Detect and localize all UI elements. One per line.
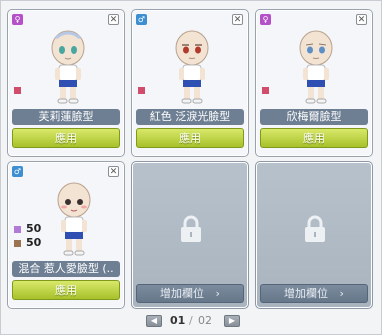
face-coupon-panel: ♀ ✕ 芙莉蓮臉型 應用 ♂ ✕ 紅色 泛淚光臉型 應用 ♀ ✕ 欣梅爾臉型 應… (0, 0, 382, 335)
character-preview (175, 30, 209, 104)
current-page: 01 (170, 314, 186, 327)
lock-icon (181, 215, 201, 242)
face-name: 混合 惹人愛臉型 (.. (12, 261, 120, 277)
chevron-right-icon: › (339, 287, 344, 300)
locked-slot: 增加欄位 › (131, 161, 249, 309)
page-separator: / (189, 314, 193, 327)
color-swatch (14, 87, 21, 94)
color-swatch (262, 87, 269, 94)
female-symbol-icon: ♀ (12, 14, 23, 25)
total-pages: 02 (198, 314, 212, 327)
close-icon[interactable]: ✕ (232, 14, 243, 25)
locked-slot: 增加欄位 › (255, 161, 373, 309)
character-preview (51, 30, 85, 104)
male-symbol-icon: ♂ (136, 14, 147, 25)
face-name: 紅色 泛淚光臉型 (136, 109, 244, 125)
mix-ratio-b: 50 (26, 236, 42, 249)
character-preview (57, 182, 91, 256)
close-icon[interactable]: ✕ (108, 14, 119, 25)
color-swatch (138, 87, 145, 94)
color-swatch-mix-b (14, 240, 21, 247)
add-slot-label: 增加欄位 (284, 287, 329, 300)
add-slot-button[interactable]: 增加欄位 › (136, 284, 244, 303)
apply-button[interactable]: 應用 (136, 128, 244, 148)
male-symbol-icon: ♂ (12, 166, 23, 177)
face-name: 欣梅爾臉型 (260, 109, 368, 125)
face-card[interactable]: ♂ ✕ 紅色 泛淚光臉型 應用 (131, 9, 249, 157)
face-name: 芙莉蓮臉型 (12, 109, 120, 125)
prev-page-button[interactable]: ◀ (146, 315, 162, 327)
face-card[interactable]: ♀ ✕ 芙莉蓮臉型 應用 (7, 9, 125, 157)
close-icon[interactable]: ✕ (108, 166, 119, 177)
apply-button[interactable]: 應用 (12, 128, 120, 148)
add-slot-button[interactable]: 增加欄位 › (260, 284, 368, 303)
mix-ratio-a: 50 (26, 222, 42, 235)
face-card[interactable]: ♀ ✕ 欣梅爾臉型 應用 (255, 9, 373, 157)
next-page-button[interactable]: ▶ (224, 315, 240, 327)
character-preview (299, 30, 333, 104)
add-slot-label: 增加欄位 (160, 287, 205, 300)
apply-button[interactable]: 應用 (12, 280, 120, 300)
chevron-right-icon: › (215, 287, 220, 300)
apply-button[interactable]: 應用 (260, 128, 368, 148)
close-icon[interactable]: ✕ (356, 14, 367, 25)
pagination: ◀ 01 / 02 ▶ (146, 313, 266, 329)
face-card[interactable]: ♂ ✕ 50 50 混合 惹人愛臉型 (.. 應用 (7, 161, 125, 309)
color-swatch-mix-a (14, 226, 21, 233)
lock-icon (305, 215, 325, 242)
female-symbol-icon: ♀ (260, 14, 271, 25)
